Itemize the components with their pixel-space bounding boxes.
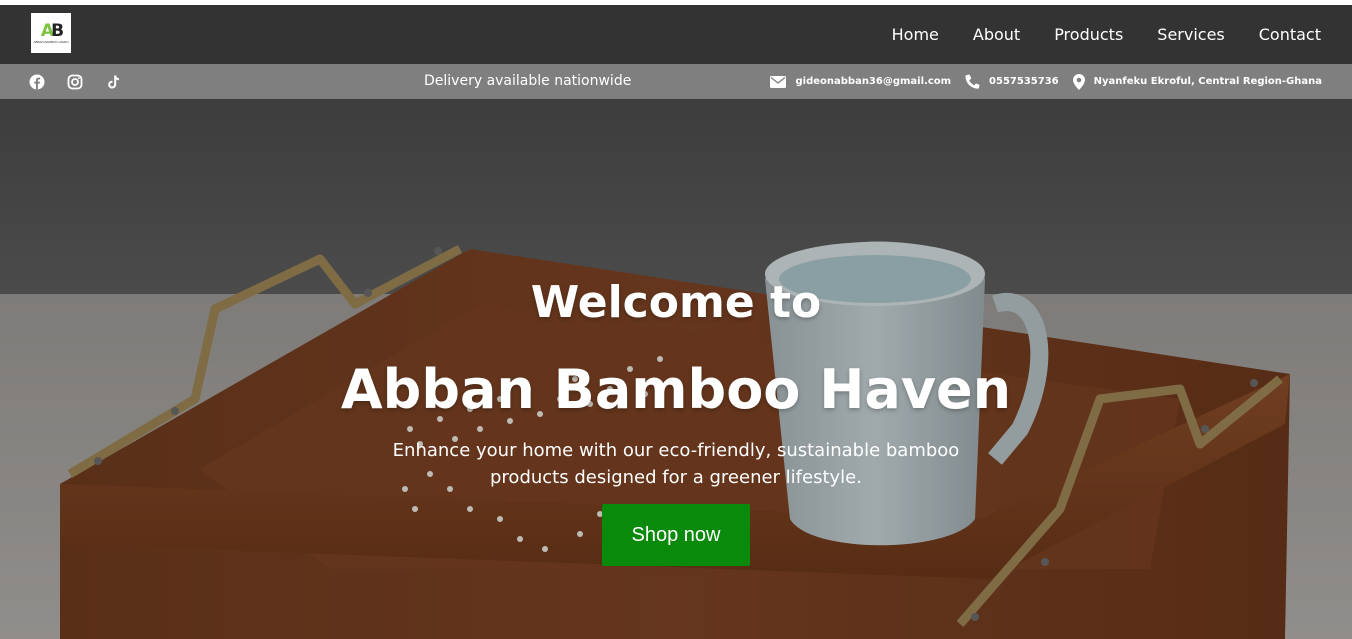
nav-about-link[interactable]: About — [973, 25, 1020, 44]
instagram-icon[interactable] — [67, 74, 83, 90]
site-logo[interactable]: AB Abban Bamboo Haven — [31, 13, 71, 53]
facebook-icon[interactable] — [29, 74, 45, 90]
logo-mark-a: A — [40, 20, 54, 41]
social-links — [29, 64, 121, 99]
nav-products-link[interactable]: Products — [1054, 25, 1123, 44]
main-nav: Home About Products Services Contact — [892, 5, 1321, 64]
nav-services-link[interactable]: Services — [1157, 25, 1224, 44]
hero-subtitle: Enhance your home with our eco-friendly,… — [392, 440, 960, 488]
phone-contact[interactable]: 0557535736 — [965, 74, 1059, 89]
envelope-icon — [770, 75, 787, 88]
hero-welcome-heading: Welcome to — [530, 277, 822, 328]
tiktok-icon[interactable] — [105, 74, 121, 90]
hero-section: Welcome to Abban Bamboo Haven Enhance yo… — [0, 99, 1352, 639]
logo-mark-b: B — [51, 20, 64, 41]
map-marker-icon — [1072, 73, 1085, 90]
hero-brand-heading: Abban Bamboo Haven — [340, 358, 1012, 421]
shop-now-button[interactable]: Shop now — [602, 504, 750, 566]
phone-text: 0557535736 — [989, 76, 1059, 87]
location-text: Nyanfeku Ekroful, Central Region-Ghana — [1093, 76, 1322, 87]
logo-mark: AB — [40, 20, 64, 41]
nav-contact-link[interactable]: Contact — [1259, 25, 1321, 44]
email-text: gideonabban36@gmail.com — [795, 76, 952, 87]
contact-details: gideonabban36@gmail.com 0557535736 Nyanf… — [770, 64, 1322, 99]
email-contact[interactable]: gideonabban36@gmail.com — [770, 75, 952, 88]
page: AB Abban Bamboo Haven Home About Product… — [0, 0, 1352, 639]
location-contact[interactable]: Nyanfeku Ekroful, Central Region-Ghana — [1072, 73, 1322, 90]
logo-text: Abban Bamboo Haven — [33, 39, 69, 44]
site-header: AB Abban Bamboo Haven Home About Product… — [0, 5, 1352, 64]
info-bar: Delivery available nationwide gideonabba… — [0, 64, 1352, 99]
delivery-notice: Delivery available nationwide — [424, 73, 632, 89]
phone-icon — [965, 74, 980, 89]
nav-home-link[interactable]: Home — [892, 25, 939, 44]
